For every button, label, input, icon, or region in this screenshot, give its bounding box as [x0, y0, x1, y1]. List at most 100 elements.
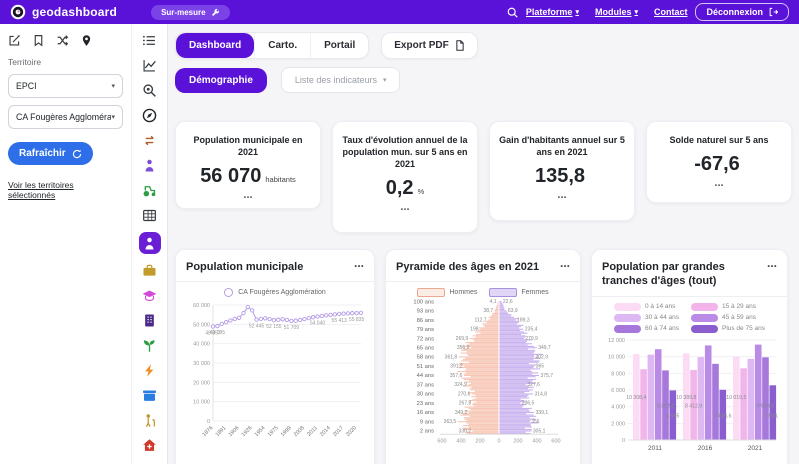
export-pdf-button[interactable]: Export PDF	[381, 32, 477, 59]
kpi-unit: %	[418, 187, 425, 198]
kpi-menu[interactable]: ...	[184, 193, 312, 197]
edit-icon[interactable]	[8, 34, 21, 47]
kpi-card-solde: Solde naturel sur 5 ans -67,6 ...	[646, 121, 792, 203]
kpi-menu[interactable]: ...	[655, 181, 783, 185]
svg-text:330,2: 330,2	[458, 429, 471, 435]
svg-text:23 ans: 23 ans	[417, 401, 435, 407]
app-window: geodashboard Sur-mesure Plateforme ▾ Mod…	[0, 0, 799, 464]
svg-text:1926: 1926	[241, 425, 254, 438]
svg-text:44 ans: 44 ans	[417, 373, 435, 379]
legend-swatch-hommes	[417, 288, 445, 297]
chart-menu[interactable]: ...	[560, 260, 570, 266]
rail-briefcase-icon[interactable]	[139, 262, 161, 279]
svg-text:2016: 2016	[698, 445, 713, 452]
rail-tractor-icon[interactable]	[139, 182, 161, 199]
rail-seedling-icon[interactable]	[139, 337, 161, 354]
legend-item: 15 à 29 ans	[691, 303, 765, 311]
rail-chart-line-icon[interactable]	[139, 57, 161, 74]
svg-text:600: 600	[551, 439, 560, 445]
legend-label: 0 à 14 ans	[645, 303, 675, 310]
svg-text:5 955: 5 955	[666, 413, 679, 419]
rail-building-icon[interactable]	[139, 312, 161, 329]
territory-select[interactable]: CA Fougères Agglomératio ▾	[8, 105, 123, 129]
file-icon	[455, 40, 465, 51]
svg-text:10 019,5: 10 019,5	[726, 395, 746, 401]
bar-chart-plot: 02 0004 0006 0008 00010 00012 0002011201…	[602, 336, 777, 463]
rail-person-icon[interactable]	[139, 157, 161, 174]
rail-repeat-icon[interactable]	[139, 132, 161, 149]
level-select[interactable]: EPCI ▾	[8, 74, 123, 98]
refresh-button[interactable]: Rafraîchir	[8, 142, 93, 165]
svg-text:267,8: 267,8	[459, 401, 472, 407]
tab-dashboard[interactable]: Dashboard	[176, 33, 254, 58]
kpi-menu[interactable]: ...	[498, 193, 626, 197]
svg-text:324,9: 324,9	[454, 382, 467, 388]
search-icon[interactable]	[507, 7, 518, 18]
legend-label: Hommes	[449, 289, 477, 296]
rail-search-stats-icon[interactable]	[139, 82, 161, 99]
svg-text:375,7: 375,7	[541, 373, 554, 379]
rail-list-icon[interactable]	[139, 32, 161, 49]
tab-portail[interactable]: Portail	[310, 33, 368, 58]
brand[interactable]: geodashboard	[10, 4, 117, 20]
rail-demography-icon[interactable]	[139, 232, 161, 254]
svg-text:1906: 1906	[228, 425, 241, 438]
svg-text:4,1: 4,1	[490, 299, 497, 305]
legend-label: Femmes	[521, 289, 548, 296]
shuffle-icon[interactable]	[56, 34, 69, 47]
svg-text:63,9: 63,9	[508, 308, 518, 314]
logout-button[interactable]: Déconnexion	[695, 3, 789, 21]
svg-text:235,4: 235,4	[525, 327, 538, 333]
nav-link-modules[interactable]: Modules ▾	[595, 7, 638, 17]
legend-swatch	[691, 314, 718, 322]
chart-menu[interactable]: ...	[767, 260, 777, 266]
territory-select-value: CA Fougères Agglomératio	[16, 112, 111, 122]
demographie-button[interactable]: Démographie	[175, 68, 267, 93]
svg-text:100 ans: 100 ans	[413, 300, 434, 306]
rail-bolt-icon[interactable]	[139, 362, 161, 379]
svg-text:79 ans: 79 ans	[417, 327, 435, 333]
svg-text:112,7: 112,7	[475, 318, 487, 324]
svg-text:1954: 1954	[254, 425, 267, 438]
location-icon[interactable]	[80, 34, 93, 47]
refresh-icon	[72, 149, 82, 159]
rail-house-medical-icon[interactable]	[139, 437, 161, 454]
nav-link-plateforme[interactable]: Plateforme ▾	[526, 7, 579, 17]
svg-text:6 568,9: 6 568,9	[764, 413, 779, 419]
chevron-down-icon: ▾	[383, 77, 387, 84]
legend-label: 60 à 74 ans	[645, 325, 679, 332]
svg-text:51 ans: 51 ans	[417, 364, 435, 370]
svg-text:8 412,9: 8 412,9	[685, 403, 702, 409]
rail-graduation-icon[interactable]	[139, 287, 161, 304]
svg-text:314,8: 314,8	[535, 392, 548, 398]
svg-text:40 000: 40 000	[193, 342, 210, 348]
chevron-down-icon: ▾	[575, 9, 579, 16]
legend-swatch	[614, 303, 641, 311]
rail-compass-icon[interactable]	[139, 107, 161, 124]
indicators-select[interactable]: Liste des indicateurs ▾	[281, 67, 401, 93]
svg-text:8 000: 8 000	[611, 371, 625, 377]
svg-text:2011: 2011	[648, 445, 662, 452]
svg-text:2 000: 2 000	[611, 421, 625, 427]
svg-text:37 ans: 37 ans	[417, 383, 435, 389]
kpi-value: 135,8	[535, 166, 585, 186]
rail-person-cane-icon[interactable]	[139, 412, 161, 429]
sur-mesure-badge[interactable]: Sur-mesure	[151, 5, 229, 20]
svg-text:22,6: 22,6	[503, 299, 513, 305]
rail-box-icon[interactable]	[139, 387, 161, 404]
nav-link-contact[interactable]: Contact	[654, 7, 688, 17]
rail-table-icon[interactable]	[139, 207, 161, 224]
kpi-menu[interactable]: ...	[341, 205, 469, 209]
kpi-title: Gain d'habitants annuel sur 5 ans en 202…	[498, 134, 626, 158]
svg-text:270,6: 270,6	[458, 392, 471, 398]
svg-text:10 000: 10 000	[193, 400, 210, 406]
bookmark-icon[interactable]	[32, 34, 45, 47]
svg-text:1891: 1891	[215, 425, 228, 438]
refresh-label: Rafraîchir	[19, 148, 66, 159]
line-chart-card: Population municipale ... CA Fougères Ag…	[175, 249, 375, 464]
svg-text:10 000: 10 000	[608, 354, 625, 360]
view-territories-link[interactable]: Voir les territoires sélectionnés	[8, 180, 123, 200]
chart-menu[interactable]: ...	[354, 260, 364, 266]
legend-marker-icon	[224, 288, 233, 297]
tab-carto[interactable]: Carto.	[254, 33, 310, 58]
